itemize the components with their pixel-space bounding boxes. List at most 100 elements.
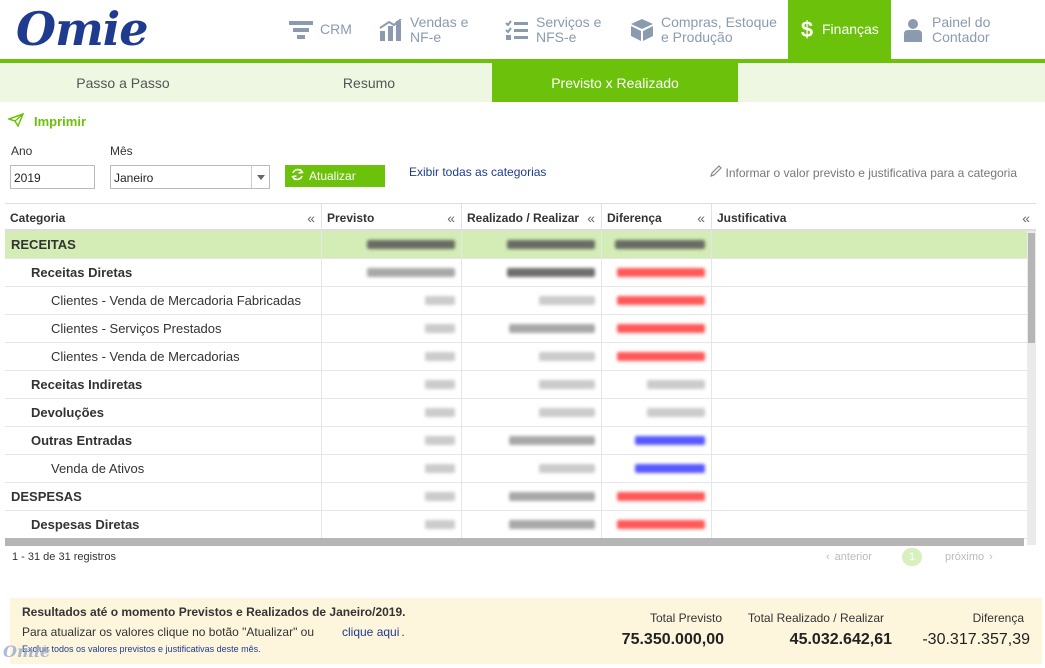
redacted-value [509,436,595,445]
funnel-icon [288,17,314,43]
edit-hint-text: Informar o valor previsto e justificativ… [725,165,1017,180]
justificativa-cell[interactable] [712,259,1027,286]
vertical-scrollbar[interactable] [1027,231,1036,545]
table-row[interactable]: RECEITAS [5,231,1027,259]
summary-title: Resultados até o momento Previstos e Rea… [22,605,406,619]
tab-previsto-x-realizado[interactable]: Previsto x Realizado [492,63,738,102]
diff-cell [602,427,712,454]
nav-compras[interactable]: Compras, Estoque e Produção [629,0,777,59]
column-previsto[interactable]: Previsto « [322,204,462,231]
horizontal-scrollbar[interactable] [5,538,1024,546]
omie-logo[interactable]: Omie [16,2,148,56]
tab-resumo[interactable]: Resumo [246,63,492,102]
justificativa-cell[interactable] [712,287,1027,314]
table-row[interactable]: Clientes - Venda de Mercadorias [5,343,1027,371]
justificativa-cell[interactable] [712,315,1027,342]
redacted-value [617,352,705,361]
nav-contador[interactable]: Painel do Contador [900,0,990,59]
real-cell [462,315,602,342]
collapse-icon[interactable]: « [587,210,595,226]
category-cell: Despesas Diretas [5,511,322,538]
justificativa-cell[interactable] [712,511,1027,538]
year-input[interactable]: 2019 [10,165,95,189]
table-row[interactable]: Clientes - Serviços Prestados [5,315,1027,343]
print-button[interactable]: Imprimir [6,112,86,130]
prev-cell[interactable] [322,511,462,538]
column-justificativa[interactable]: Justificativa « [712,204,1036,231]
real-cell [462,259,602,286]
collapse-icon[interactable]: « [697,210,705,226]
justificativa-cell[interactable] [712,427,1027,454]
table-row[interactable]: Venda de Ativos [5,455,1027,483]
justificativa-cell[interactable] [712,231,1027,258]
redacted-value [539,352,595,361]
collapse-icon[interactable]: « [1022,210,1030,226]
justificativa-cell[interactable] [712,399,1027,426]
nav-crm[interactable]: CRM [288,0,352,59]
justificativa-cell[interactable] [712,343,1027,370]
redacted-value [617,492,705,501]
prev-cell[interactable] [322,287,462,314]
previous-page-button[interactable]: ‹ anterior [826,551,872,563]
column-realizado[interactable]: Realizado / Realizar « [462,204,602,231]
prev-cell[interactable] [322,371,462,398]
redacted-value [367,240,455,249]
tab-passo-a-passo[interactable]: Passo a Passo [0,63,246,102]
prev-cell[interactable] [322,427,462,454]
prev-cell[interactable] [322,259,462,286]
diff-cell [602,371,712,398]
column-diferenca[interactable]: Diferença « [602,204,712,231]
table-row[interactable]: DESPESAS [5,483,1027,511]
redacted-value [617,296,705,305]
collapse-icon[interactable]: « [307,210,315,226]
redacted-value [425,464,455,473]
justificativa-cell[interactable] [712,455,1027,482]
show-all-categories-link[interactable]: Exibir todas as categorias [409,165,546,179]
update-button[interactable]: Atualizar [285,165,385,187]
diff-cell [602,259,712,286]
category-cell: Clientes - Serviços Prestados [5,315,322,342]
prev-cell[interactable] [322,483,462,510]
redacted-value [509,492,595,501]
redacted-value [635,436,705,445]
redacted-value [617,520,705,529]
next-page-button[interactable]: próximo › [945,551,993,563]
nav-servicos[interactable]: Serviços e NFS-e [504,0,601,59]
year-label: Ano [11,144,33,158]
exclude-values-link[interactable]: Excluir todos os valores previstos e jus… [22,644,261,654]
redacted-value [615,240,705,249]
prev-cell[interactable] [322,343,462,370]
current-page[interactable]: 1 [902,548,922,566]
summary-panel: Resultados até o momento Previstos e Rea… [10,598,1042,664]
category-cell: Devoluções [5,399,322,426]
prev-cell[interactable] [322,455,462,482]
month-label: Mês [110,144,133,158]
justificativa-cell[interactable] [712,483,1027,510]
table-row[interactable]: Despesas Diretas [5,511,1027,539]
redacted-value [647,380,705,389]
click-here-link[interactable]: clique aqui. [342,625,405,639]
scrollbar-thumb[interactable] [1028,233,1035,343]
diff-cell [602,287,712,314]
person-icon [900,17,926,43]
table-row[interactable]: Outras Entradas [5,427,1027,455]
table-row[interactable]: Devoluções [5,399,1027,427]
prev-cell[interactable] [322,315,462,342]
collapse-icon[interactable]: « [447,210,455,226]
table-row[interactable]: Clientes - Venda de Mercadoria Fabricada… [5,287,1027,315]
chevron-down-icon[interactable] [251,166,269,188]
prev-cell[interactable] [322,231,462,258]
diff-cell [602,511,712,538]
month-select[interactable]: Janeiro [110,165,270,189]
nav-vendas[interactable]: Vendas e NF-e [378,0,468,59]
edit-hint[interactable]: Informar o valor previsto e justificativ… [709,165,1017,180]
table-row[interactable]: Receitas Indiretas [5,371,1027,399]
justificativa-cell[interactable] [712,371,1027,398]
redacted-value [425,492,455,501]
prev-cell[interactable] [322,399,462,426]
column-categoria[interactable]: Categoria « [5,204,322,231]
table-row[interactable]: Receitas Diretas [5,259,1027,287]
category-cell: Clientes - Venda de Mercadoria Fabricada… [5,287,322,314]
nav-financas[interactable]: $ Finanças [788,0,891,59]
redacted-value [617,268,705,277]
